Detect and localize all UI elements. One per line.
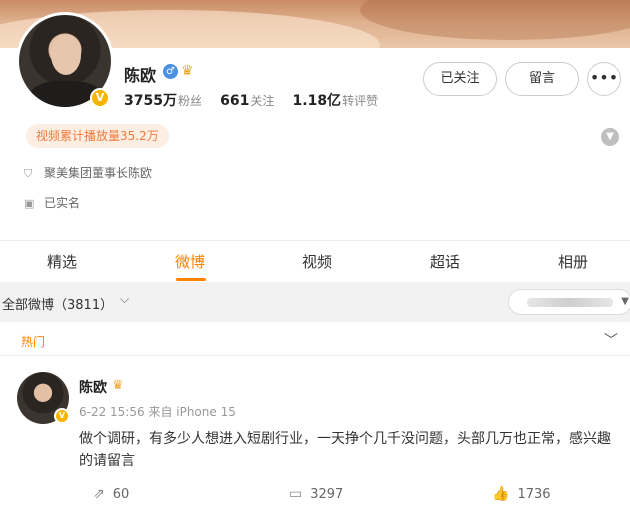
search-input[interactable]: ▼ [508,289,630,315]
followers-count[interactable]: 3755万 [124,93,177,109]
all-posts-filter[interactable]: 全部微博（3811） [2,294,113,313]
tab-albums[interactable]: 相册 [558,251,588,272]
share-icon: ⇗ [93,486,105,502]
info-title-text: 聚美集团董事长陈欧 [44,166,153,180]
chevron-down-icon[interactable]: ▼ [601,128,619,146]
profile-tabs: 精选 微博 视频 超话 相册 [0,240,630,282]
info-row-realname: ▣ 已实名 [24,194,80,211]
comment-count: 3297 [310,487,344,502]
divider [0,355,630,356]
chevron-down-icon[interactable]: ⌵ [120,292,129,307]
following-button[interactable]: 已关注 [423,62,497,96]
post-meta: 6-22 15:56 来自 iPhone 15 [79,405,236,419]
crown-icon: ♛ [181,63,194,79]
like-button[interactable]: 👍 1736 [492,486,551,502]
repost-button[interactable]: ⇗ 60 [93,486,129,502]
search-placeholder-blur [527,298,613,307]
following-count[interactable]: 661 [220,93,249,109]
following-label[interactable]: 关注 [250,94,274,108]
comment-icon: ▭ [289,486,303,502]
avatar-face [51,35,81,75]
like-count: 1736 [517,487,551,502]
dropdown-arrow-icon[interactable]: ▼ [621,296,629,307]
filter-bar: 全部微博（3811） ⌵ ▼ [0,282,630,322]
message-button[interactable]: 留言 [505,62,579,96]
male-icon: ♂ [163,64,178,79]
info-realname-text: 已实名 [44,196,81,210]
verified-badge-icon: V [90,88,110,108]
followers-label[interactable]: 粉丝 [178,94,202,108]
profile-name: 陈欧 [124,66,157,85]
play-count-badge: 视频累计播放量35.2万 [26,124,169,148]
profile-stats: 3755万粉丝 661关注 1.18亿转评赞 [124,90,392,110]
interactions-count: 1.18亿 [292,93,342,109]
interactions-label: 转评赞 [342,94,379,108]
verified-badge-icon: V [54,408,70,424]
more-options-button[interactable]: ••• [587,62,621,96]
post-text: 做个调研，有多少人想进入短剧行业，一天挣个几千没问题，头部几万也正常，感兴趣的请… [79,431,611,469]
comment-button[interactable]: ▭ 3297 [289,486,343,502]
tab-featured[interactable]: 精选 [47,251,77,272]
tab-super-topics[interactable]: 超话 [430,251,460,272]
shield-icon: ⛉ [24,167,33,180]
active-tab-indicator [176,278,206,281]
post-author[interactable]: 陈欧 [79,377,107,397]
info-row-title: ⛉ 聚美集团董事长陈欧 [24,164,152,181]
chevron-down-icon[interactable]: ﹀ [604,330,618,350]
crown-icon: ♛ [112,378,124,393]
id-card-icon: ▣ [24,197,35,210]
hot-section-label[interactable]: 热门 [21,333,45,350]
tab-weibo[interactable]: 微博 [175,251,205,272]
tab-videos[interactable]: 视频 [302,251,332,272]
thumbs-up-icon: 👍 [492,486,510,502]
repost-count: 60 [112,487,130,502]
